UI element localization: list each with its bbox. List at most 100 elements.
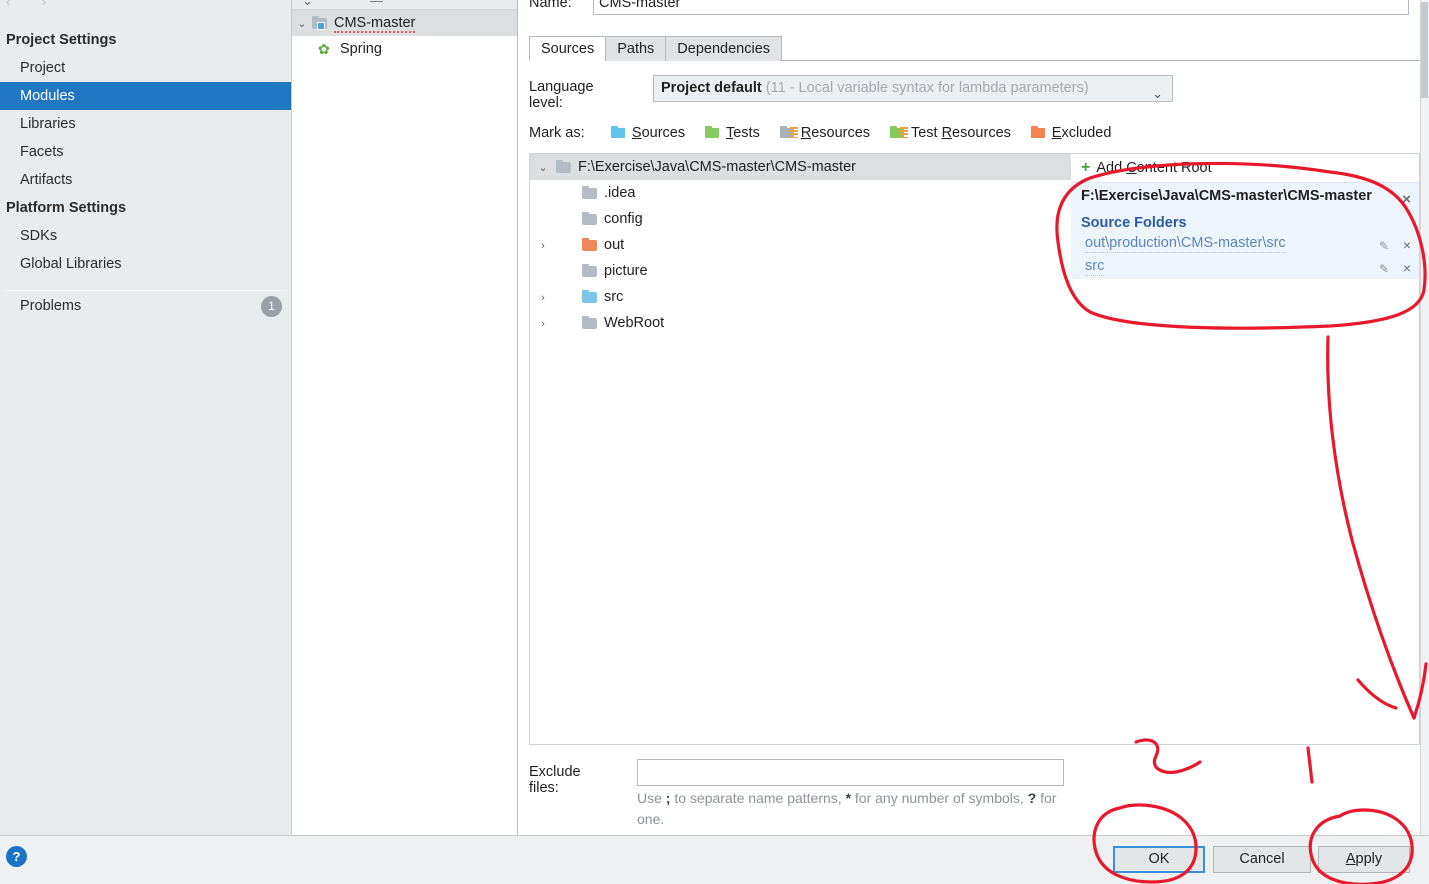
minus-icon[interactable]: — bbox=[370, 0, 383, 8]
chevron-right-icon[interactable]: › bbox=[530, 285, 556, 311]
collapse-icon[interactable]: ⌄ bbox=[302, 0, 313, 9]
scrollbar-thumb[interactable] bbox=[1421, 2, 1428, 98]
chevron-down-icon[interactable]: ⌄ bbox=[292, 11, 312, 37]
cancel-button[interactable]: Cancel bbox=[1213, 846, 1311, 873]
module-name-input[interactable] bbox=[593, 0, 1409, 15]
tree-row-label: WebRoot bbox=[604, 315, 665, 331]
tree-row-src[interactable]: › src bbox=[530, 284, 1071, 310]
content-file-tree[interactable]: ⌄ F:\Exercise\Java\CMS-master\CMS-master … bbox=[529, 153, 1071, 745]
tree-row-label: out bbox=[604, 237, 625, 253]
exclude-files-input[interactable] bbox=[637, 759, 1064, 786]
facet-node-label: Spring bbox=[340, 41, 382, 57]
module-node-cms-master[interactable]: ⌄ CMS-master bbox=[292, 10, 517, 36]
sidebar-item-modules[interactable]: Modules bbox=[0, 82, 292, 110]
tree-row-label: picture bbox=[604, 263, 648, 279]
module-badge-icon bbox=[317, 22, 325, 30]
language-level-label: Language level: bbox=[529, 79, 594, 111]
sidebar-item-sdks[interactable]: SDKs bbox=[0, 222, 292, 250]
sources-folder-icon bbox=[582, 290, 598, 303]
sidebar-item-project[interactable]: Project bbox=[0, 54, 292, 82]
problems-label: Problems bbox=[20, 298, 82, 314]
mark-as-excluded-button[interactable]: Excluded bbox=[1030, 125, 1112, 141]
source-folders-title: Source Folders bbox=[1081, 215, 1187, 231]
tree-row-out[interactable]: › out bbox=[530, 232, 1071, 258]
sidebar-item-facets[interactable]: Facets bbox=[0, 138, 292, 166]
tree-row-label: .idea bbox=[604, 185, 636, 201]
language-level-select[interactable]: Project default (11 - Local variable syn… bbox=[653, 75, 1173, 102]
tree-row-label: src bbox=[604, 289, 624, 305]
exclude-files-hint: Use ; to separate name patterns, * for a… bbox=[637, 788, 1057, 830]
mark-mnemonic: E bbox=[1051, 125, 1062, 141]
tab-paths[interactable]: Paths bbox=[605, 36, 667, 61]
dialog-button-bar: ? OK Cancel Apply bbox=[0, 835, 1429, 884]
sidebar-item-global-libraries[interactable]: Global Libraries bbox=[0, 250, 292, 278]
module-node-label: CMS-master bbox=[334, 15, 416, 33]
add-root-post: ontent Root bbox=[1136, 160, 1212, 176]
remove-source-folder-icon[interactable]: × bbox=[1403, 258, 1411, 279]
chevron-right-icon[interactable]: › bbox=[530, 311, 556, 337]
excluded-folder-icon bbox=[1030, 125, 1048, 139]
mark-mnemonic: R bbox=[800, 125, 812, 141]
tree-row-picture[interactable]: picture bbox=[530, 258, 1071, 284]
tree-row-root[interactable]: ⌄ F:\Exercise\Java\CMS-master\CMS-master bbox=[530, 154, 1071, 180]
tree-row-webroot[interactable]: › WebRoot bbox=[530, 310, 1071, 336]
add-root-pre: Add bbox=[1096, 160, 1127, 176]
mark-as-label: Mark as: bbox=[529, 125, 585, 141]
source-folder-row[interactable]: out\production\CMS-master\src ✎ × bbox=[1071, 233, 1419, 256]
module-toolbar: ⌄ — bbox=[292, 0, 517, 10]
mark-post: esources bbox=[811, 125, 871, 141]
remove-content-root-icon[interactable]: × bbox=[1402, 187, 1411, 213]
tab-dependencies[interactable]: Dependencies bbox=[665, 36, 783, 61]
module-node-spring[interactable]: ✿ Spring bbox=[292, 36, 517, 62]
folder-icon bbox=[582, 212, 598, 225]
mark-as-tests-button[interactable]: Tests bbox=[704, 125, 760, 141]
detail-tabs: Sources Paths Dependencies bbox=[529, 36, 1422, 61]
source-folder-row[interactable]: src ✎ × bbox=[1071, 256, 1419, 279]
mark-as-toolbar: Mark as: Sources Tests Resources Test Re… bbox=[529, 124, 1127, 150]
language-level-value: Project default bbox=[661, 80, 762, 96]
content-root-card: F:\Exercise\Java\CMS-master\CMS-master ×… bbox=[1071, 182, 1419, 279]
hint-part-1: Use bbox=[637, 790, 666, 806]
sidebar-group-project-settings: Project Settings bbox=[6, 32, 117, 48]
sidebar-item-problems[interactable]: Problems 1 bbox=[0, 291, 292, 321]
problems-count-badge: 1 bbox=[261, 296, 282, 317]
mark-post: ests bbox=[733, 125, 760, 141]
sidebar-item-artifacts[interactable]: Artifacts bbox=[0, 166, 292, 194]
mark-post: xcluded bbox=[1061, 125, 1112, 141]
mark-as-resources-button[interactable]: Resources bbox=[779, 125, 871, 141]
test-resources-folder-icon bbox=[889, 125, 908, 139]
ok-button[interactable]: OK bbox=[1113, 846, 1205, 873]
sidebar-group-platform-settings: Platform Settings bbox=[6, 200, 127, 216]
hint-part-2: to separate name patterns, bbox=[670, 790, 846, 806]
remove-source-folder-icon[interactable]: × bbox=[1403, 235, 1411, 256]
nav-arrows[interactable]: ‹ › bbox=[6, 0, 60, 9]
add-content-root-button[interactable]: + Add Content Root bbox=[1071, 154, 1419, 182]
mark-as-test-resources-button[interactable]: Test Resources bbox=[889, 125, 1011, 141]
edit-pencil-icon[interactable]: ✎ bbox=[1379, 259, 1389, 280]
sidebar-item-libraries[interactable]: Libraries bbox=[0, 110, 292, 138]
folder-icon bbox=[582, 264, 598, 277]
tree-row-idea[interactable]: .idea bbox=[530, 180, 1071, 206]
help-icon[interactable]: ? bbox=[6, 846, 27, 867]
sources-folder-icon bbox=[610, 125, 628, 139]
mark-as-sources-button[interactable]: Sources bbox=[610, 125, 685, 141]
tree-row-config[interactable]: config bbox=[530, 206, 1071, 232]
mark-post: esources bbox=[952, 125, 1011, 141]
hint-question: ? bbox=[1027, 790, 1037, 806]
source-folder-path: out\production\CMS-master\src bbox=[1085, 235, 1286, 253]
chevron-down-icon[interactable]: ⌄ bbox=[530, 155, 556, 181]
module-list-panel: ⌄ — ⌄ CMS-master ✿ Spring bbox=[292, 0, 518, 835]
plus-icon: + bbox=[1081, 159, 1091, 176]
dialog-scrollbar[interactable] bbox=[1420, 0, 1429, 835]
apply-button[interactable]: Apply bbox=[1318, 846, 1410, 873]
folder-icon bbox=[556, 160, 572, 173]
name-label: Name: bbox=[529, 0, 572, 11]
apply-mnemonic: A bbox=[1345, 851, 1356, 867]
chevron-right-icon[interactable]: › bbox=[530, 233, 556, 259]
hint-part-3: for any number of symbols, bbox=[851, 790, 1028, 806]
edit-pencil-icon[interactable]: ✎ bbox=[1379, 236, 1389, 257]
content-root-path[interactable]: F:\Exercise\Java\CMS-master\CMS-master × bbox=[1071, 183, 1419, 209]
resources-folder-icon bbox=[779, 125, 798, 139]
mark-mnemonic: S bbox=[631, 125, 642, 141]
tab-sources[interactable]: Sources bbox=[529, 36, 607, 61]
